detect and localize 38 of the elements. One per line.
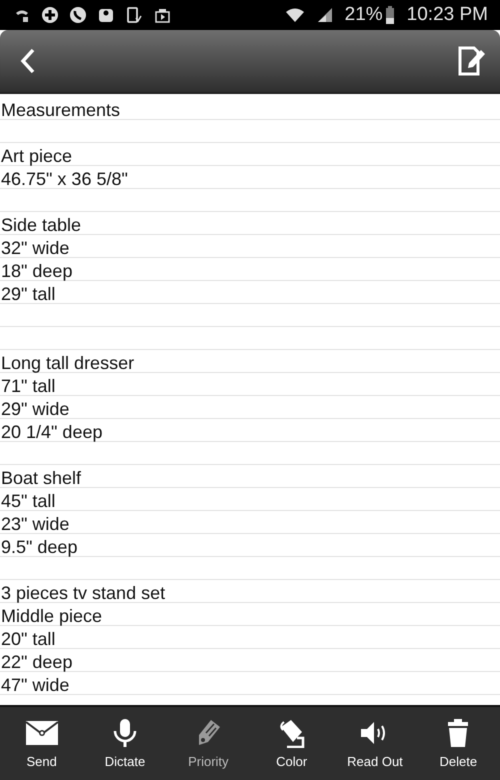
note-line: 20" tall bbox=[0, 626, 500, 649]
tablet-check-icon bbox=[126, 7, 142, 23]
toolbar-button[interactable]: Color bbox=[262, 714, 322, 773]
clock-time: 10:23 PM bbox=[406, 4, 488, 26]
note-line: 23" wide bbox=[0, 511, 500, 534]
note-line: 71" tall bbox=[0, 373, 500, 396]
note-line: 29" tall bbox=[0, 281, 500, 304]
note-line: Art piece bbox=[0, 143, 500, 166]
note-line: Measurements bbox=[0, 97, 500, 120]
note-line: 22" deep bbox=[0, 649, 500, 672]
note-line: 9.5" deep bbox=[0, 534, 500, 557]
phone-icon bbox=[70, 7, 86, 23]
note-line: Side table bbox=[0, 212, 500, 235]
note-line: 47" wide bbox=[0, 672, 500, 695]
toolbar-button[interactable]: Read Out bbox=[344, 714, 405, 773]
video-icon bbox=[154, 7, 170, 23]
battery-percent: 21% bbox=[344, 4, 383, 26]
note-line: 29" wide bbox=[0, 396, 500, 419]
toolbar-button[interactable]: Send bbox=[12, 714, 72, 773]
note-line: Boat shelf bbox=[0, 465, 500, 488]
note-line: 46.75" x 36 5/8" bbox=[0, 166, 500, 189]
back-button[interactable] bbox=[20, 48, 36, 74]
note-line: Middle piece bbox=[0, 603, 500, 626]
note-line: 32" wide bbox=[0, 235, 500, 258]
note-line: 20 1/4" deep bbox=[0, 419, 500, 442]
signal-icon bbox=[316, 7, 333, 23]
inbox-icon bbox=[98, 7, 114, 23]
plus-icon bbox=[42, 7, 58, 23]
wifi-icon bbox=[284, 7, 305, 23]
edit-button[interactable] bbox=[458, 46, 486, 76]
note-line: 45" tall bbox=[0, 488, 500, 511]
note-line: Long tall dresser bbox=[0, 350, 500, 373]
note-line: 3 pieces tv stand set bbox=[0, 580, 500, 603]
toolbar-button[interactable]: Delete bbox=[428, 714, 488, 773]
note-line: 18" deep bbox=[0, 258, 500, 281]
battery-icon bbox=[384, 6, 395, 24]
envelope-icon bbox=[24, 718, 59, 748]
toolbar-button[interactable]: Dictate bbox=[94, 714, 155, 773]
